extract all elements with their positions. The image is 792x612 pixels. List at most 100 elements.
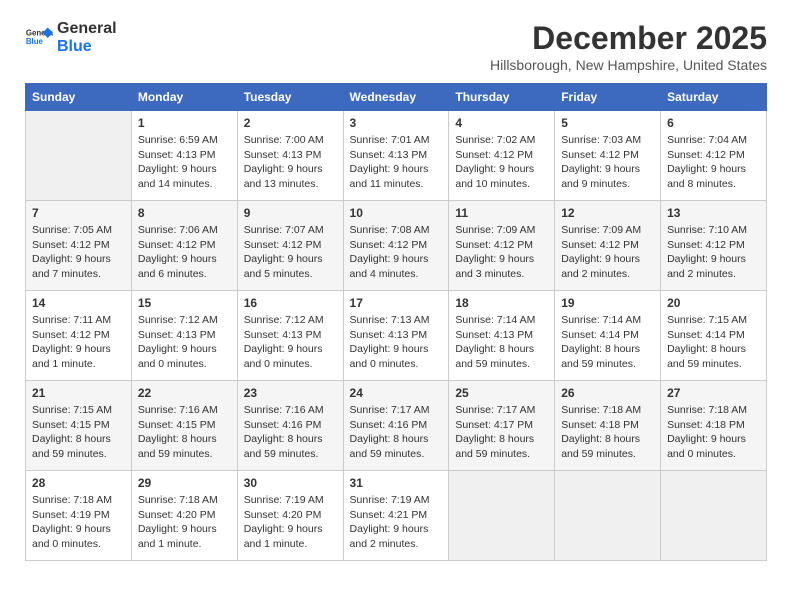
day-info: Sunrise: 7:18 AM Sunset: 4:18 PM Dayligh… (667, 403, 760, 462)
logo-icon: General Blue (25, 24, 53, 52)
day-info: Sunrise: 7:09 AM Sunset: 4:12 PM Dayligh… (455, 223, 548, 282)
day-info: Sunrise: 7:18 AM Sunset: 4:20 PM Dayligh… (138, 493, 231, 552)
day-cell: 29 Sunrise: 7:18 AM Sunset: 4:20 PM Dayli… (131, 471, 237, 561)
logo-text-general: General (57, 20, 117, 38)
day-info: Sunrise: 6:59 AM Sunset: 4:13 PM Dayligh… (138, 133, 231, 192)
day-cell (555, 471, 661, 561)
day-info: Sunrise: 7:18 AM Sunset: 4:18 PM Dayligh… (561, 403, 654, 462)
day-cell: 1 Sunrise: 6:59 AM Sunset: 4:13 PM Daylig… (131, 111, 237, 201)
day-number: 15 (138, 296, 231, 310)
day-cell: 18 Sunrise: 7:14 AM Sunset: 4:13 PM Dayli… (449, 291, 555, 381)
day-info: Sunrise: 7:05 AM Sunset: 4:12 PM Dayligh… (32, 223, 125, 282)
day-number: 21 (32, 386, 125, 400)
day-cell: 2 Sunrise: 7:00 AM Sunset: 4:13 PM Daylig… (237, 111, 343, 201)
day-info: Sunrise: 7:19 AM Sunset: 4:20 PM Dayligh… (244, 493, 337, 552)
day-info: Sunrise: 7:18 AM Sunset: 4:19 PM Dayligh… (32, 493, 125, 552)
day-number: 31 (350, 476, 443, 490)
day-info: Sunrise: 7:12 AM Sunset: 4:13 PM Dayligh… (244, 313, 337, 372)
day-cell: 24 Sunrise: 7:17 AM Sunset: 4:16 PM Dayli… (343, 381, 449, 471)
day-number: 11 (455, 206, 548, 220)
day-cell: 11 Sunrise: 7:09 AM Sunset: 4:12 PM Dayli… (449, 201, 555, 291)
day-info: Sunrise: 7:14 AM Sunset: 4:13 PM Dayligh… (455, 313, 548, 372)
day-info: Sunrise: 7:15 AM Sunset: 4:15 PM Dayligh… (32, 403, 125, 462)
week-row-2: 7Sunrise: 7:05 AM Sunset: 4:12 PM Daylig… (26, 201, 767, 291)
day-number: 22 (138, 386, 231, 400)
day-cell: 19Sunrise: 7:14 AM Sunset: 4:14 PM Dayli… (555, 291, 661, 381)
week-row-4: 21 Sunrise: 7:15 AM Sunset: 4:15 PM Dayli… (26, 381, 767, 471)
day-info: Sunrise: 7:13 AM Sunset: 4:13 PM Dayligh… (350, 313, 443, 372)
day-cell: 16 Sunrise: 7:12 AM Sunset: 4:13 PM Dayli… (237, 291, 343, 381)
day-cell: 12 Sunrise: 7:09 AM Sunset: 4:12 PM Dayli… (555, 201, 661, 291)
day-cell: 17Sunrise: 7:13 AM Sunset: 4:13 PM Dayli… (343, 291, 449, 381)
weekday-header-monday: Monday (131, 84, 237, 111)
svg-text:Blue: Blue (26, 37, 44, 46)
day-info: Sunrise: 7:00 AM Sunset: 4:13 PM Dayligh… (244, 133, 337, 192)
day-info: Sunrise: 7:09 AM Sunset: 4:12 PM Dayligh… (561, 223, 654, 282)
day-number: 6 (667, 116, 760, 130)
day-number: 18 (455, 296, 548, 310)
day-number: 20 (667, 296, 760, 310)
day-number: 19 (561, 296, 654, 310)
day-number: 9 (244, 206, 337, 220)
day-cell: 14 Sunrise: 7:11 AM Sunset: 4:12 PM Dayli… (26, 291, 132, 381)
day-cell: 22 Sunrise: 7:16 AM Sunset: 4:15 PM Dayli… (131, 381, 237, 471)
day-number: 4 (455, 116, 548, 130)
day-cell (26, 111, 132, 201)
day-number: 10 (350, 206, 443, 220)
day-info: Sunrise: 7:06 AM Sunset: 4:12 PM Dayligh… (138, 223, 231, 282)
day-info: Sunrise: 7:17 AM Sunset: 4:16 PM Dayligh… (350, 403, 443, 462)
weekday-header-friday: Friday (555, 84, 661, 111)
day-info: Sunrise: 7:17 AM Sunset: 4:17 PM Dayligh… (455, 403, 548, 462)
day-cell: 13Sunrise: 7:10 AM Sunset: 4:12 PM Dayli… (661, 201, 767, 291)
day-cell: 31 Sunrise: 7:19 AM Sunset: 4:21 PM Dayli… (343, 471, 449, 561)
day-number: 1 (138, 116, 231, 130)
day-number: 2 (244, 116, 337, 130)
day-cell: 23Sunrise: 7:16 AM Sunset: 4:16 PM Dayli… (237, 381, 343, 471)
weekday-header-tuesday: Tuesday (237, 84, 343, 111)
day-number: 25 (455, 386, 548, 400)
day-cell: 3 Sunrise: 7:01 AM Sunset: 4:13 PM Daylig… (343, 111, 449, 201)
day-info: Sunrise: 7:03 AM Sunset: 4:12 PM Dayligh… (561, 133, 654, 192)
day-cell: 10 Sunrise: 7:08 AM Sunset: 4:12 PM Dayli… (343, 201, 449, 291)
day-number: 24 (350, 386, 443, 400)
day-number: 27 (667, 386, 760, 400)
day-cell: 28Sunrise: 7:18 AM Sunset: 4:19 PM Dayli… (26, 471, 132, 561)
day-number: 14 (32, 296, 125, 310)
week-row-1: 1 Sunrise: 6:59 AM Sunset: 4:13 PM Daylig… (26, 111, 767, 201)
day-number: 16 (244, 296, 337, 310)
day-info: Sunrise: 7:02 AM Sunset: 4:12 PM Dayligh… (455, 133, 548, 192)
day-cell: 6Sunrise: 7:04 AM Sunset: 4:12 PM Daylig… (661, 111, 767, 201)
day-cell: 30 Sunrise: 7:19 AM Sunset: 4:20 PM Dayli… (237, 471, 343, 561)
logo-text-blue: Blue (57, 38, 117, 56)
weekday-header-sunday: Sunday (26, 84, 132, 111)
day-number: 26 (561, 386, 654, 400)
day-cell (661, 471, 767, 561)
day-cell: 27 Sunrise: 7:18 AM Sunset: 4:18 PM Dayli… (661, 381, 767, 471)
day-cell: 4 Sunrise: 7:02 AM Sunset: 4:12 PM Daylig… (449, 111, 555, 201)
day-cell: 5Sunrise: 7:03 AM Sunset: 4:12 PM Daylig… (555, 111, 661, 201)
day-number: 3 (350, 116, 443, 130)
weekday-header-thursday: Thursday (449, 84, 555, 111)
day-info: Sunrise: 7:19 AM Sunset: 4:21 PM Dayligh… (350, 493, 443, 552)
day-number: 8 (138, 206, 231, 220)
week-row-3: 14 Sunrise: 7:11 AM Sunset: 4:12 PM Dayli… (26, 291, 767, 381)
month-title: December 2025 (490, 20, 767, 57)
title-block: December 2025 Hillsborough, New Hampshir… (490, 20, 767, 73)
day-info: Sunrise: 7:15 AM Sunset: 4:14 PM Dayligh… (667, 313, 760, 372)
weekday-header-saturday: Saturday (661, 84, 767, 111)
day-info: Sunrise: 7:01 AM Sunset: 4:13 PM Dayligh… (350, 133, 443, 192)
day-info: Sunrise: 7:11 AM Sunset: 4:12 PM Dayligh… (32, 313, 125, 372)
day-number: 30 (244, 476, 337, 490)
weekday-header-wednesday: Wednesday (343, 84, 449, 111)
day-cell: 15Sunrise: 7:12 AM Sunset: 4:13 PM Dayli… (131, 291, 237, 381)
day-info: Sunrise: 7:16 AM Sunset: 4:16 PM Dayligh… (244, 403, 337, 462)
weekday-header-row: SundayMondayTuesdayWednesdayThursdayFrid… (26, 84, 767, 111)
day-number: 29 (138, 476, 231, 490)
day-number: 12 (561, 206, 654, 220)
day-info: Sunrise: 7:08 AM Sunset: 4:12 PM Dayligh… (350, 223, 443, 282)
day-cell: 21 Sunrise: 7:15 AM Sunset: 4:15 PM Dayli… (26, 381, 132, 471)
day-info: Sunrise: 7:07 AM Sunset: 4:12 PM Dayligh… (244, 223, 337, 282)
day-info: Sunrise: 7:16 AM Sunset: 4:15 PM Dayligh… (138, 403, 231, 462)
calendar-table: SundayMondayTuesdayWednesdayThursdayFrid… (25, 83, 767, 561)
page-header: General Blue General Blue December 2025 … (25, 20, 767, 73)
